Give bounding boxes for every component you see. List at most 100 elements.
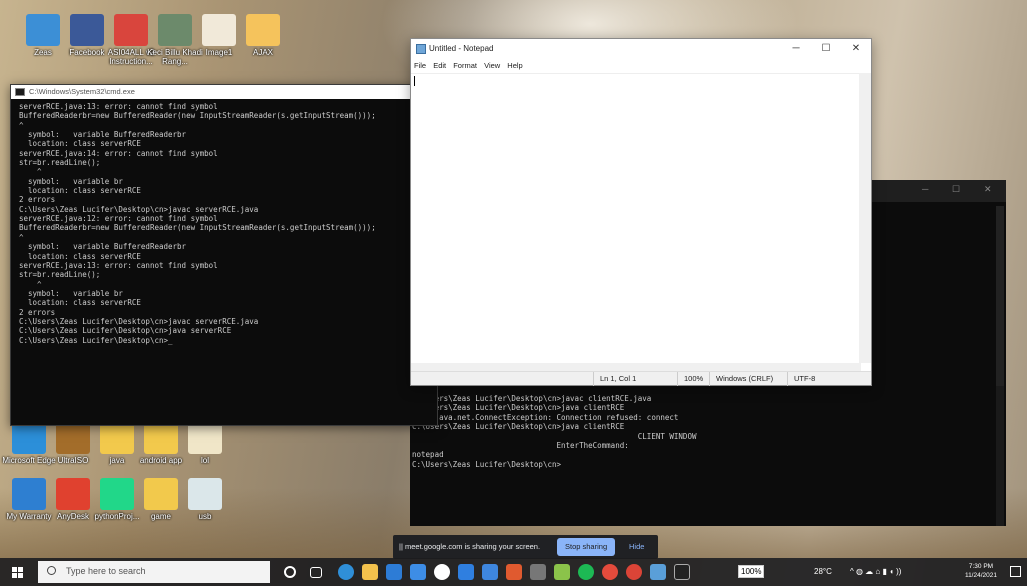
- cmd-line: symbol: variable BufferedReaderbr: [19, 242, 187, 252]
- cmd-title: C:\Windows\System32\cmd.exe: [29, 87, 135, 96]
- text-caret: [414, 76, 415, 86]
- cmd-titlebar[interactable]: C:\Windows\System32\cmd.exe: [11, 85, 437, 99]
- minimize-icon[interactable]: ─: [922, 184, 928, 194]
- app-orange-icon[interactable]: [506, 564, 522, 580]
- notepad-window[interactable]: Untitled - Notepad ─ ☐ ✕ File Edit Forma…: [410, 38, 872, 386]
- console-scrollbar[interactable]: [996, 386, 1004, 526]
- maximize-icon[interactable]: ☐: [952, 184, 960, 195]
- cmd-line: serverRCE.java:14: error: cannot find sy…: [19, 148, 218, 158]
- xbox-icon[interactable]: [434, 564, 450, 580]
- cmd-line: serverRCE.java:12: error: cannot find sy…: [19, 214, 218, 224]
- close-button[interactable]: ✕: [841, 39, 871, 59]
- menu-format[interactable]: Format: [453, 61, 477, 70]
- menu-view[interactable]: View: [484, 61, 500, 70]
- vs-icon[interactable]: [554, 564, 570, 580]
- vertical-scrollbar[interactable]: [859, 73, 871, 363]
- cmd-line: serverRCE.java:13: error: cannot find sy…: [19, 102, 218, 111]
- chrome-icon[interactable]: [602, 564, 618, 580]
- console-output: C:\Users\Zeas Lucifer\Desktop\cn>javac c…: [410, 386, 1006, 469]
- app-l-icon[interactable]: [410, 564, 426, 580]
- close-icon[interactable]: ✕: [984, 184, 992, 195]
- desktop-item-icon: [188, 478, 222, 510]
- desktop-icon[interactable]: lol: [176, 422, 234, 465]
- cmd-line: BufferedReaderbr=new BufferedReader(new …: [19, 111, 376, 121]
- stop-sharing-button[interactable]: Stop sharing: [557, 538, 616, 556]
- cmd-icon: [15, 88, 25, 96]
- cmd-line: C:\Users\Zeas Lucifer\Desktop\cn>javac s…: [19, 204, 259, 214]
- desktop-item-icon: [70, 14, 104, 46]
- desktop-item-icon: [12, 478, 46, 510]
- app-bars-icon[interactable]: [458, 564, 474, 580]
- cmd-line: ^: [19, 120, 24, 130]
- desktop-item-icon: [56, 478, 90, 510]
- app-blue-icon[interactable]: [650, 564, 666, 580]
- desktop-item-icon: [144, 478, 178, 510]
- cmd-line: symbol: variable br: [19, 176, 123, 186]
- desktop-icon[interactable]: AJAX: [234, 14, 292, 57]
- menu-file[interactable]: File: [414, 61, 426, 70]
- search-icon: [47, 566, 56, 575]
- app-person-icon[interactable]: [482, 564, 498, 580]
- desktop-item-icon: [188, 422, 222, 454]
- cmd-window[interactable]: C:\Windows\System32\cmd.exe serverRCE.ja…: [10, 84, 438, 426]
- hide-button[interactable]: Hide: [629, 535, 644, 559]
- cmd-line: ^: [19, 279, 42, 289]
- cmd-line: 2 errors: [19, 307, 56, 317]
- console2-line: C:\Users\Zeas Lucifer\Desktop\cn>javac c…: [412, 394, 652, 403]
- cmd-line: str=br.readLine();: [19, 270, 101, 280]
- desktop-icon-label: lol: [200, 456, 209, 465]
- clock-time: 7:30 PM: [968, 563, 994, 570]
- minimize-button[interactable]: ─: [781, 39, 811, 59]
- desktop-item-icon: [246, 14, 280, 46]
- app-gray-icon[interactable]: [530, 564, 546, 580]
- taskbar-clock[interactable]: 7:30 PM 11/24/2021: [965, 562, 997, 580]
- console2-line: C:\Users\Zeas Lucifer\Desktop\cn>java cl…: [412, 422, 625, 432]
- console2-line: notepad: [412, 450, 444, 460]
- cmd-output: serverRCE.java:13: error: cannot find sy…: [11, 99, 437, 425]
- cmd-line: symbol: variable br: [19, 288, 123, 298]
- weather-temp[interactable]: 28°C: [814, 558, 832, 586]
- console-scrollbar[interactable]: [996, 206, 1004, 386]
- menu-edit[interactable]: Edit: [433, 61, 446, 70]
- desktop-icon[interactable]: usb: [176, 478, 234, 521]
- chrome-icon-2[interactable]: [626, 564, 642, 580]
- notepad-menubar: File Edit Format View Help: [411, 59, 871, 73]
- cmd-line: ^: [19, 232, 24, 242]
- cmd-line: BufferedReaderbr=new BufferedReader(new …: [19, 223, 376, 233]
- cmd-line: serverRCE.java:13: error: cannot find sy…: [19, 260, 218, 270]
- cmd-line: 2 errors: [19, 195, 56, 205]
- cursor-position: Ln 1, Col 1: [593, 372, 636, 386]
- background-console-window[interactable]: ─ ☐ ✕: [872, 180, 1006, 386]
- desktop-item-icon: [100, 422, 134, 454]
- cmd-line: ^: [19, 167, 42, 177]
- system-tray-icons[interactable]: ^ ◍ ☁ ⌂ ▮ ◖ )): [850, 558, 901, 586]
- battery-level[interactable]: 100%: [738, 558, 765, 586]
- taskbar: Type here to search 100% 28°C ^ ◍ ☁ ⌂ ▮ …: [0, 558, 1027, 586]
- notepad-title: Untitled - Notepad: [429, 44, 494, 53]
- search-placeholder: Type here to search: [66, 566, 146, 576]
- mail-icon[interactable]: [386, 564, 402, 580]
- desktop-item-icon: [202, 14, 236, 46]
- cortana-icon[interactable]: [284, 566, 296, 578]
- desktop-item-icon: [26, 14, 60, 46]
- notifications-icon[interactable]: [1010, 566, 1021, 577]
- notepad-text-area[interactable]: [411, 73, 861, 363]
- spotify-icon[interactable]: [578, 564, 594, 580]
- menu-help[interactable]: Help: [507, 61, 522, 70]
- desktop-item-icon: [56, 422, 90, 454]
- task-view-icon[interactable]: [310, 567, 322, 578]
- windows-start-icon[interactable]: [12, 567, 23, 578]
- file-explorer-icon[interactable]: [362, 564, 378, 580]
- terminal-icon[interactable]: [674, 564, 690, 580]
- cmd-line: C:\Users\Zeas Lucifer\Desktop\cn>java se…: [19, 326, 232, 336]
- desktop-item-icon: [100, 478, 134, 510]
- console2-line: C:\Users\Zeas Lucifer\Desktop\cn>: [412, 459, 562, 469]
- desktop-icon-label: usb: [198, 512, 212, 521]
- client-console-window[interactable]: C:\Users\Zeas Lucifer\Desktop\cn>javac c…: [410, 386, 1006, 526]
- edge-icon[interactable]: [338, 564, 354, 580]
- encoding: UTF-8: [787, 372, 815, 386]
- notepad-titlebar[interactable]: Untitled - Notepad ─ ☐ ✕: [411, 39, 871, 59]
- taskbar-search[interactable]: Type here to search: [38, 561, 270, 583]
- maximize-button[interactable]: ☐: [811, 39, 841, 59]
- cmd-line: C:\Users\Zeas Lucifer\Desktop\cn>_: [19, 335, 173, 345]
